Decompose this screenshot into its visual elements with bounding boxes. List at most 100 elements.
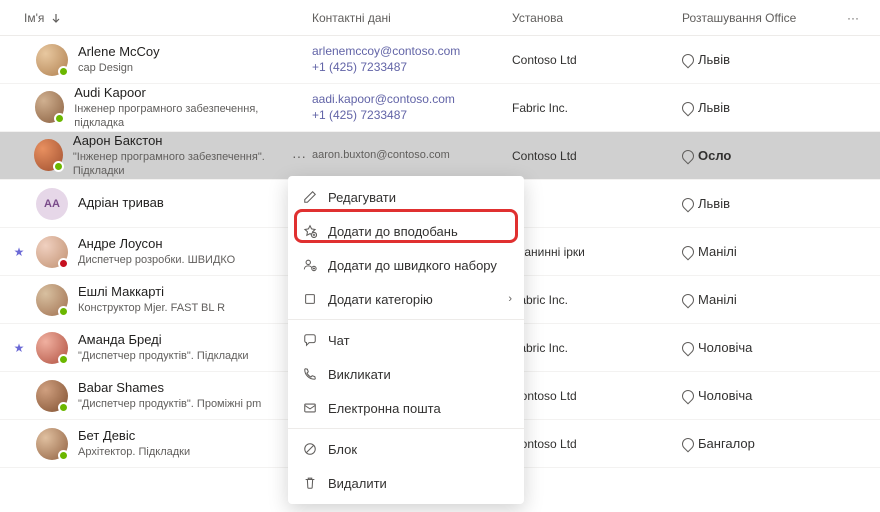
contact-email[interactable]: arlenemccoy@contoso.com (312, 44, 512, 60)
column-header-company[interactable]: Установа (512, 11, 672, 25)
contact-title: Диспетчер розробки. ШВИДКО (78, 253, 235, 267)
menu-item-block[interactable]: Блок (288, 432, 524, 466)
menu-label: Чат (328, 333, 350, 348)
phone-icon (302, 366, 318, 382)
favorite-star-icon[interactable] (12, 341, 26, 355)
menu-label: Додати категорію (328, 292, 433, 307)
location-text: Львів (698, 100, 730, 115)
favorite-star-icon[interactable] (12, 53, 26, 67)
avatar[interactable] (36, 332, 68, 364)
menu-item-call[interactable]: Викликати (288, 357, 524, 391)
contact-title: "Диспетчер продуктів". Підкладки (78, 349, 249, 363)
contact-title: "Інженер програмного забезпечення". Підк… (73, 150, 292, 179)
presence-icon (58, 66, 69, 77)
contact-email[interactable]: aadi.kapoor@contoso.com (312, 92, 512, 108)
menu-item-speeddial[interactable]: Додати до швидкого набору (288, 248, 524, 282)
contact-row[interactable]: Arlene McCoycap Design arlenemccoy@contos… (0, 36, 880, 84)
company-cell: Contoso Ltd (512, 437, 672, 451)
contact-title: Архітектор. Підкладки (78, 445, 190, 459)
contact-name: Ешлі Маккарті (78, 284, 225, 301)
company-cell: Contoso Ltd (512, 53, 672, 67)
contact-details-cell: aaron.buxton@contoso.com (312, 148, 512, 162)
presence-icon (58, 258, 69, 269)
contact-email: aaron.buxton@contoso.com (312, 148, 512, 162)
menu-item-edit[interactable]: Редагувати (288, 180, 524, 214)
block-icon (302, 441, 318, 457)
name-cell: Babar Shames"Диспетчер продуктів". Промі… (12, 380, 292, 412)
location-cell: Львів (672, 100, 868, 115)
contact-name: Babar Shames (78, 380, 261, 397)
avatar[interactable] (36, 44, 68, 76)
menu-item-email[interactable]: Електронна пошта (288, 391, 524, 425)
presence-icon (53, 161, 64, 172)
name-cell: Аманда Бреді"Диспетчер продуктів". Підкл… (12, 332, 292, 364)
menu-label: Електронна пошта (328, 401, 441, 416)
location-text: Львів (698, 196, 730, 211)
contact-phone[interactable]: +1 (425) 7233487 (312, 108, 512, 124)
location-pin-icon (682, 342, 694, 354)
location-cell: Львів (672, 196, 868, 211)
avatar[interactable] (34, 139, 62, 171)
contact-name: Адріан тривав (78, 195, 164, 212)
avatar[interactable] (36, 284, 68, 316)
contact-title: Інженер програмного забезпечення, підкла… (74, 102, 292, 131)
row-more-icon[interactable]: ··· (292, 148, 312, 164)
company-cell: Fabric Inc. (512, 293, 672, 307)
menu-item-favorite[interactable]: Додати до вподобань (288, 214, 524, 248)
location-cell: Львів (672, 52, 868, 67)
avatar[interactable] (36, 236, 68, 268)
menu-label: Додати до вподобань (328, 224, 458, 239)
contact-title: Конструктор Мjer. FAST BL R (78, 301, 225, 315)
avatar[interactable]: AA (36, 188, 68, 220)
location-pin-icon (682, 246, 694, 258)
presence-icon (58, 354, 69, 365)
company-cell: Contoso Ltd (512, 149, 672, 163)
location-pin-icon (682, 198, 694, 210)
avatar[interactable] (35, 91, 64, 123)
name-cell: Андре ЛоусонДиспетчер розробки. ШВИДКО (12, 236, 292, 268)
contact-phone[interactable]: +1 (425) 7233487 (312, 60, 512, 76)
menu-label: Додати до швидкого набору (328, 258, 497, 273)
favorite-star-icon[interactable] (12, 293, 26, 307)
avatar[interactable] (36, 380, 68, 412)
menu-item-category[interactable]: Додати категорію › (288, 282, 524, 316)
presence-icon (58, 402, 69, 413)
presence-icon (58, 306, 69, 317)
header-more-icon[interactable]: ··· (838, 11, 868, 25)
menu-label: Викликати (328, 367, 391, 382)
menu-item-delete[interactable]: Видалити (288, 466, 524, 500)
column-header-row: Ім'я Контактні дані Установа Розташуванн… (0, 0, 880, 36)
menu-item-chat[interactable]: Чат (288, 323, 524, 357)
location-text: Чоловіча (698, 388, 752, 403)
name-block: Адріан тривав (78, 195, 164, 212)
column-header-name[interactable]: Ім'я (12, 11, 312, 25)
name-cell: Arlene McCoycap Design (12, 44, 292, 76)
favorite-star-icon[interactable] (12, 437, 26, 451)
location-cell: Чоловіча (672, 388, 868, 403)
name-block: Аарон Бакстон"Інженер програмного забезп… (73, 133, 292, 178)
location-cell: Бангалор (672, 436, 868, 451)
company-cell: Тканинні ірки (512, 245, 672, 259)
star-add-icon (302, 223, 318, 239)
contact-details-cell: arlenemccoy@contoso.com+1 (425) 7233487 (312, 44, 512, 75)
contact-row[interactable]: Audi KapoorІнженер програмного забезпече… (0, 84, 880, 132)
tag-icon (302, 291, 318, 307)
menu-separator (288, 319, 524, 320)
name-cell: Audi KapoorІнженер програмного забезпече… (12, 85, 292, 130)
contact-details-cell: aadi.kapoor@contoso.com+1 (425) 7233487 (312, 92, 512, 123)
favorite-star-icon[interactable] (12, 148, 24, 162)
contact-name: Бет Девіс (78, 428, 190, 445)
favorite-star-icon[interactable] (12, 389, 26, 403)
avatar[interactable] (36, 428, 68, 460)
context-menu: Редагувати Додати до вподобань Додати до… (288, 176, 524, 504)
name-block: Аманда Бреді"Диспетчер продуктів". Підкл… (78, 332, 249, 363)
favorite-star-icon[interactable] (12, 100, 25, 114)
location-pin-icon (682, 150, 694, 162)
mail-icon (302, 400, 318, 416)
column-header-location[interactable]: Розташування Office (672, 11, 838, 25)
favorite-star-icon[interactable] (12, 245, 26, 259)
contact-row[interactable]: Аарон Бакстон"Інженер програмного забезп… (0, 132, 880, 180)
column-header-contact[interactable]: Контактні дані (312, 11, 512, 25)
contact-name: Аарон Бакстон (73, 133, 292, 150)
favorite-star-icon[interactable] (12, 197, 26, 211)
